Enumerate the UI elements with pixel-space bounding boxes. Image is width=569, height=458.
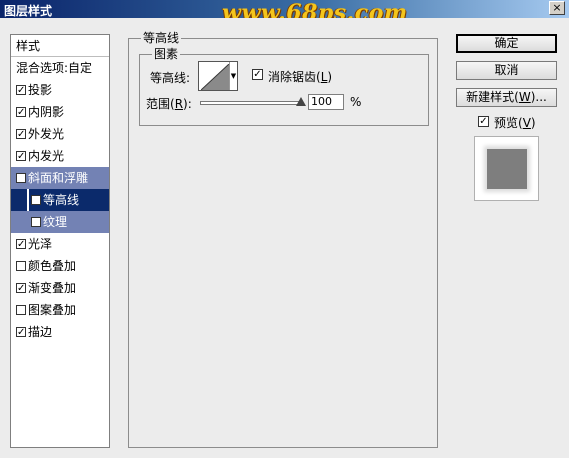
style-item-label: 颜色叠加 bbox=[28, 259, 77, 273]
style-item-contour[interactable]: ✓ 等高线 bbox=[11, 189, 109, 211]
contour-group: 等高线 图素 等高线: ▼ ✓ 消除锯齿(L) 范围(R): 100 % bbox=[128, 29, 438, 448]
style-item-inner-glow[interactable]: ✓ 内发光 bbox=[11, 145, 109, 167]
style-item-label: 描边 bbox=[28, 325, 53, 339]
pattern-overlay-checkbox[interactable] bbox=[16, 304, 26, 315]
preview-text: 预览 bbox=[494, 116, 519, 130]
contour-dropdown-arrow-icon[interactable]: ▼ bbox=[229, 62, 237, 90]
new-style-button[interactable]: 新建样式(W)... bbox=[456, 88, 557, 107]
title-bar: 图层样式 www.68ps.com × bbox=[0, 0, 569, 26]
style-item-outer-glow[interactable]: ✓ 外发光 bbox=[11, 123, 109, 145]
preview-checkbox[interactable]: ✓ bbox=[478, 116, 489, 127]
style-item-drop-shadow[interactable]: ✓ 投影 bbox=[11, 79, 109, 101]
style-item-label: 纹理 bbox=[43, 215, 68, 229]
style-item-label: 渐变叠加 bbox=[28, 281, 77, 295]
style-item-label: 内发光 bbox=[28, 149, 65, 163]
contour-label: 等高线: bbox=[150, 71, 191, 85]
elements-group: 图素 等高线: ▼ ✓ 消除锯齿(L) 范围(R): 100 % bbox=[139, 45, 429, 126]
color-overlay-checkbox[interactable] bbox=[16, 260, 26, 271]
style-item-pattern-overlay[interactable]: 图案叠加 bbox=[11, 299, 109, 321]
bevel-emboss-checkbox[interactable]: ✓ bbox=[16, 172, 26, 183]
ok-button[interactable]: 确定 bbox=[456, 34, 557, 53]
inner-glow-checkbox[interactable]: ✓ bbox=[16, 150, 26, 161]
satin-checkbox[interactable]: ✓ bbox=[16, 238, 26, 249]
style-item-label: 斜面和浮雕 bbox=[28, 171, 89, 185]
style-item-bevel-emboss[interactable]: ✓ 斜面和浮雕 bbox=[11, 167, 109, 189]
range-unit: % bbox=[350, 95, 362, 109]
style-item-gradient-overlay[interactable]: ✓ 渐变叠加 bbox=[11, 277, 109, 299]
style-item-color-overlay[interactable]: 颜色叠加 bbox=[11, 255, 109, 277]
antialias-key: L bbox=[320, 70, 328, 84]
preview-thumbnail bbox=[474, 136, 539, 201]
contour-curve-icon bbox=[201, 64, 229, 90]
cancel-button[interactable]: 取消 bbox=[456, 61, 557, 80]
range-key: R bbox=[174, 97, 184, 111]
new-style-text: 新建样式 bbox=[466, 90, 515, 104]
style-item-stroke[interactable]: ✓ 描边 bbox=[11, 321, 109, 343]
style-item-label: 内阴影 bbox=[28, 105, 65, 119]
inner-shadow-checkbox[interactable]: ✓ bbox=[16, 106, 26, 117]
antialias-text: 消除锯齿 bbox=[268, 70, 317, 84]
new-style-key: W bbox=[518, 90, 531, 104]
range-slider-track[interactable] bbox=[200, 101, 300, 105]
antialias-checkbox[interactable]: ✓ bbox=[252, 69, 263, 80]
style-list: 样式 混合选项:自定 ✓ 投影 ✓ 内阴影 ✓ 外发光 ✓ 内发光 ✓ 斜面和浮雕 ✓ 等高… bbox=[10, 34, 110, 448]
blend-options-label: 混合选项:自定 bbox=[16, 61, 93, 75]
stroke-checkbox[interactable]: ✓ bbox=[16, 326, 26, 337]
close-button[interactable]: × bbox=[549, 1, 565, 15]
range-input[interactable]: 100 bbox=[308, 94, 344, 110]
preview-label[interactable]: 预览(V) bbox=[494, 114, 536, 131]
contour-picker[interactable]: ▼ bbox=[198, 61, 238, 91]
elements-group-title: 图素 bbox=[152, 45, 181, 62]
range-slider-thumb[interactable] bbox=[296, 97, 306, 106]
gradient-overlay-checkbox[interactable]: ✓ bbox=[16, 282, 26, 293]
style-item-label: 外发光 bbox=[28, 127, 65, 141]
texture-checkbox[interactable] bbox=[31, 216, 41, 227]
style-item-label: 投影 bbox=[28, 83, 53, 97]
range-text: 范围 bbox=[146, 97, 171, 111]
style-list-header-label: 样式 bbox=[16, 39, 41, 53]
window-title: 图层样式 bbox=[4, 4, 53, 18]
style-item-satin[interactable]: ✓ 光泽 bbox=[11, 233, 109, 255]
style-item-inner-shadow[interactable]: ✓ 内阴影 bbox=[11, 101, 109, 123]
style-item-label: 光泽 bbox=[28, 237, 53, 251]
blend-options-item[interactable]: 混合选项:自定 bbox=[11, 57, 109, 79]
style-list-header[interactable]: 样式 bbox=[11, 35, 109, 57]
new-style-suffix: ... bbox=[535, 90, 547, 104]
style-item-label: 图案叠加 bbox=[28, 303, 77, 317]
range-label: 范围(R): bbox=[146, 97, 192, 111]
contour-group-title: 等高线 bbox=[141, 29, 182, 46]
outer-glow-checkbox[interactable]: ✓ bbox=[16, 128, 26, 139]
drop-shadow-checkbox[interactable]: ✓ bbox=[16, 84, 26, 95]
preview-key: V bbox=[522, 116, 531, 130]
style-item-label: 等高线 bbox=[43, 193, 80, 207]
style-item-texture[interactable]: 纹理 bbox=[11, 211, 109, 233]
antialias-label[interactable]: 消除锯齿(L) bbox=[268, 68, 332, 85]
preview-swatch bbox=[487, 149, 527, 189]
contour-checkbox[interactable]: ✓ bbox=[31, 194, 41, 205]
dialog-body: 样式 混合选项:自定 ✓ 投影 ✓ 内阴影 ✓ 外发光 ✓ 内发光 ✓ 斜面和浮雕 ✓ 等高… bbox=[0, 18, 569, 458]
